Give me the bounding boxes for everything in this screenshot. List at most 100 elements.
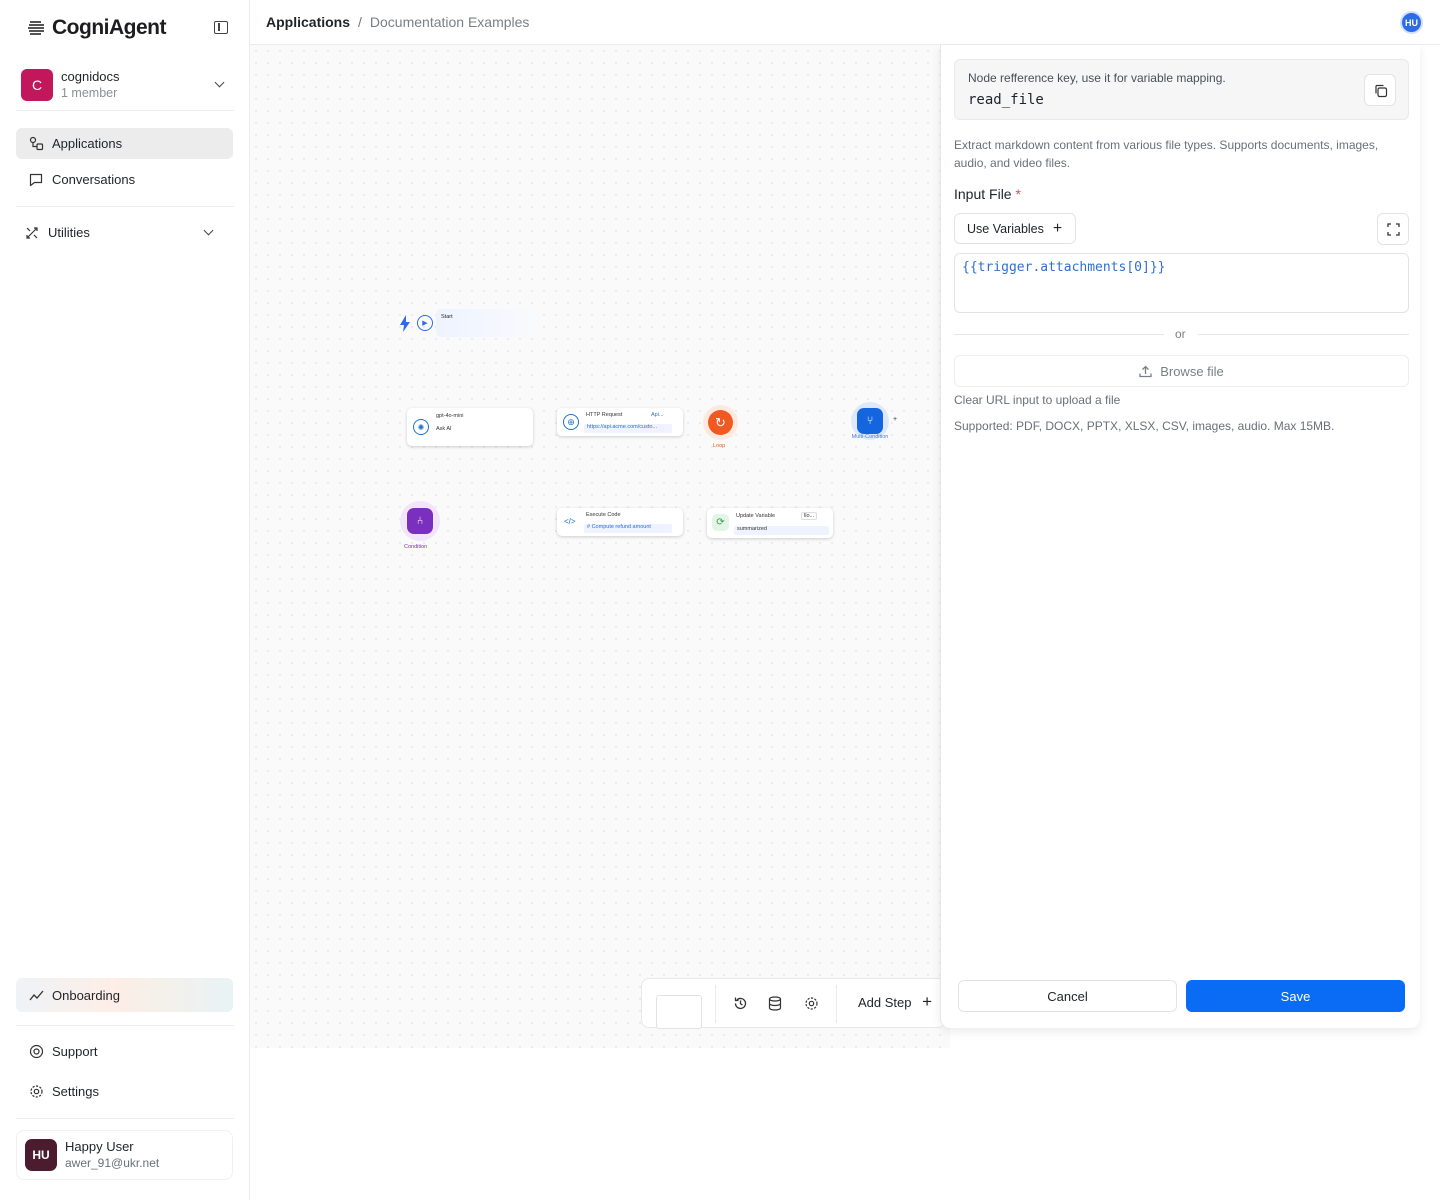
node-exec-sub: # Compute refund amount <box>584 524 672 533</box>
browse-file-label: Browse file <box>1160 363 1224 379</box>
nav-utilities[interactable]: Utilities <box>12 217 229 248</box>
copy-icon <box>1375 84 1388 98</box>
node-loop[interactable]: ↻ <box>703 405 738 440</box>
node-execute-code[interactable]: </> Execute Code # Compute refund amount <box>557 508 683 536</box>
user-email: awer_91@ukr.net <box>65 1156 160 1170</box>
nav-onboarding[interactable]: Onboarding <box>16 978 233 1012</box>
play-icon: ▶ <box>417 315 433 331</box>
node-http-request[interactable]: ⊕ HTTP Request Api... https://api.acme.c… <box>557 408 683 436</box>
node-ask-ai-model: gpt-4o-mini <box>436 413 464 419</box>
node-reference-box: Node refference key, use it for variable… <box>954 59 1409 120</box>
nav-applications[interactable]: Applications <box>16 128 233 159</box>
nav-applications-label: Applications <box>52 136 123 151</box>
user-menu[interactable]: HU Happy User awer_91@ukr.net <box>16 1130 233 1180</box>
nav-conversations-label: Conversations <box>52 172 136 187</box>
node-description: Extract markdown content from various fi… <box>954 138 1379 170</box>
input-file-label: Input File * <box>954 186 1021 202</box>
support-icon <box>28 1044 44 1060</box>
node-update-sub: summarized <box>734 526 829 535</box>
reference-hint: Node refference key, use it for variable… <box>968 71 1226 85</box>
divider <box>954 334 1164 335</box>
input-file-label-text: Input File <box>954 186 1012 202</box>
divider <box>16 1118 234 1119</box>
cancel-button[interactable]: Cancel <box>958 980 1177 1012</box>
brain-icon: ✺ <box>413 419 429 435</box>
node-http-title: HTTP Request <box>586 412 623 418</box>
add-step-button[interactable]: Add Step + <box>858 992 933 1011</box>
brand-logo[interactable]: CogniAgent <box>28 16 166 40</box>
add-branch-icon[interactable]: + <box>893 416 897 423</box>
history-icon[interactable] <box>731 994 749 1012</box>
nav-onboarding-label: Onboarding <box>52 987 120 1003</box>
expand-icon <box>1387 223 1400 236</box>
copy-button[interactable] <box>1364 74 1396 106</box>
workspace-members: 1 member <box>61 86 118 100</box>
save-button[interactable]: Save <box>1186 980 1405 1012</box>
node-http-badge: Api... <box>651 412 664 418</box>
required-mark: * <box>1015 186 1021 202</box>
nav-settings[interactable]: Settings <box>16 1076 233 1107</box>
divider <box>16 1025 234 1026</box>
nav-conversations[interactable]: Conversations <box>16 164 233 195</box>
clear-url-note: Clear URL input to upload a file <box>954 393 1121 407</box>
supported-formats-note: Supported: PDF, DOCX, PPTX, XLSX, CSV, i… <box>954 419 1335 433</box>
breadcrumb-current: Documentation Examples <box>369 14 530 30</box>
minimap[interactable] <box>656 995 702 1029</box>
workspace-avatar: C <box>21 69 53 101</box>
use-variables-label: Use Variables <box>967 221 1044 236</box>
nav-support-label: Support <box>52 1044 98 1059</box>
database-icon[interactable] <box>766 994 784 1012</box>
use-variables-button[interactable]: Use Variables + <box>954 213 1076 244</box>
divider <box>16 110 234 111</box>
divider <box>836 985 837 1023</box>
workspace-switcher[interactable]: C cognidocs 1 member <box>16 62 234 108</box>
node-start-label: Start <box>441 314 453 320</box>
add-step-label: Add Step <box>858 995 912 1010</box>
tools-icon <box>24 225 40 241</box>
gear-icon[interactable] <box>802 994 820 1012</box>
header-avatar[interactable]: HU <box>1400 11 1423 34</box>
applications-icon <box>28 136 44 152</box>
node-ask-ai[interactable]: ✺ gpt-4o-mini Ask AI <box>407 408 533 446</box>
breadcrumb-separator: / <box>358 14 362 30</box>
lightning-icon <box>400 315 410 332</box>
avatar: HU <box>25 1139 57 1171</box>
expand-button[interactable] <box>1377 213 1409 245</box>
node-update-title: Update Variable <box>736 513 776 519</box>
branch-plus-icon: ⑂ <box>857 408 883 434</box>
node-update-variable[interactable]: ⟳ Update Variable llo... summarized <box>707 508 833 538</box>
chevron-down-icon <box>203 225 214 236</box>
top-bar: Applications / Documentation Examples HU <box>250 0 1440 45</box>
code-icon: </> <box>564 517 576 526</box>
reference-key[interactable]: read_file <box>968 92 1044 108</box>
input-file-expression[interactable]: {{trigger.attachments[0]}} <box>954 253 1409 313</box>
loop-icon: ↻ <box>708 410 733 435</box>
nav-settings-label: Settings <box>52 1084 99 1099</box>
divider <box>16 206 234 207</box>
collapse-sidebar-icon[interactable] <box>214 21 228 34</box>
node-exec-title: Execute Code <box>586 512 621 518</box>
divider <box>715 985 716 1023</box>
gear-icon <box>28 1084 44 1100</box>
node-http-url: https://api.acme.com/custo... <box>584 424 672 433</box>
node-start[interactable]: Start <box>436 309 534 337</box>
workflow-canvas[interactable]: ▶ Start ✺ gpt-4o-mini Ask AI ⊕ HTTP Requ… <box>250 45 950 1048</box>
sidebar: CogniAgent C cognidocs 1 member Applicat… <box>0 0 250 1200</box>
refresh-icon: ⟳ <box>712 514 729 531</box>
node-ask-ai-label: Ask AI <box>436 426 452 432</box>
breadcrumb: Applications / Documentation Examples <box>266 14 529 30</box>
breadcrumb-applications[interactable]: Applications <box>266 14 350 30</box>
node-condition[interactable]: ⑃ <box>400 501 440 541</box>
node-config-panel: Node refference key, use it for variable… <box>940 45 1420 1028</box>
browse-file-button[interactable]: Browse file <box>954 355 1409 387</box>
brand-name: CogniAgent <box>52 16 166 39</box>
node-multi-condition-label: Multi-Condition <box>851 434 889 440</box>
chevron-down-icon <box>214 77 225 88</box>
nav-support[interactable]: Support <box>16 1036 233 1067</box>
chat-icon <box>28 172 44 188</box>
upload-icon <box>1139 365 1152 377</box>
node-update-badge: llo... <box>801 512 818 520</box>
plus-icon: + <box>922 992 933 1011</box>
workspace-name: cognidocs <box>61 69 120 84</box>
divider <box>1198 334 1409 335</box>
